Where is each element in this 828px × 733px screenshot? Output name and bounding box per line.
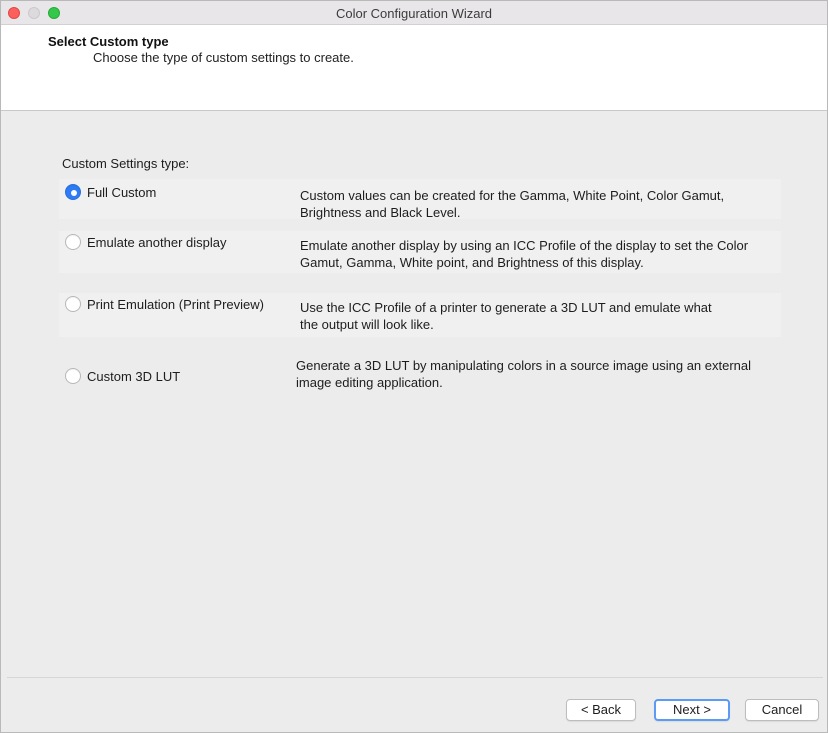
radio-selected-icon[interactable] — [65, 184, 81, 200]
radio-label-print-emulation: Print Emulation (Print Preview) — [87, 296, 264, 312]
description-line: Custom values can be created for the Gam… — [300, 188, 725, 203]
page-subtitle: Choose the type of custom settings to cr… — [93, 50, 354, 65]
description-line: Emulate another display by using an ICC … — [300, 238, 749, 253]
wizard-window: Color Configuration Wizard Select Custom… — [0, 0, 828, 733]
radio-unselected-icon[interactable] — [65, 296, 81, 312]
radio-unselected-icon[interactable] — [65, 368, 81, 384]
radio-emulate-another-display[interactable]: Emulate another display — [65, 232, 226, 252]
radio-label-emulate-another-display: Emulate another display — [87, 234, 227, 250]
cancel-button[interactable]: Cancel — [745, 699, 819, 721]
description-emulate-another-display: Emulate another display by using an ICC … — [300, 237, 748, 271]
description-line: Brightness and Black Level. — [300, 205, 461, 220]
radio-full-custom[interactable]: Full Custom — [65, 182, 156, 202]
window-title: Color Configuration Wizard — [335, 6, 493, 21]
footer-divider — [7, 677, 823, 678]
description-line: image editing application. — [296, 375, 443, 390]
radio-label-full-custom: Full Custom — [87, 184, 157, 200]
custom-settings-type-label: Custom Settings type: — [62, 156, 190, 171]
back-button[interactable]: < Back — [566, 699, 636, 721]
title-bar[interactable]: Color Configuration Wizard — [1, 1, 827, 25]
description-full-custom: Custom values can be created for the Gam… — [300, 187, 724, 221]
description-line: Gamut, Gamma, White point, and Brightnes… — [300, 255, 644, 270]
radio-unselected-icon[interactable] — [65, 234, 81, 250]
radio-print-emulation[interactable]: Print Emulation (Print Preview) — [65, 294, 264, 314]
description-custom-3d-lut: Generate a 3D LUT by manipulating colors… — [296, 357, 751, 391]
page-title: Select Custom type — [48, 34, 169, 49]
description-print-emulation: Use the ICC Profile of a printer to gene… — [300, 299, 712, 333]
next-button[interactable]: Next > — [654, 699, 730, 721]
description-line: Use the ICC Profile of a printer to gene… — [300, 300, 712, 315]
description-line: Generate a 3D LUT by manipulating colors… — [296, 358, 752, 373]
description-line: the output will look like. — [300, 317, 434, 332]
radio-label-custom-3d-lut: Custom 3D LUT — [87, 368, 181, 384]
radio-custom-3d-lut[interactable]: Custom 3D LUT — [65, 366, 180, 386]
